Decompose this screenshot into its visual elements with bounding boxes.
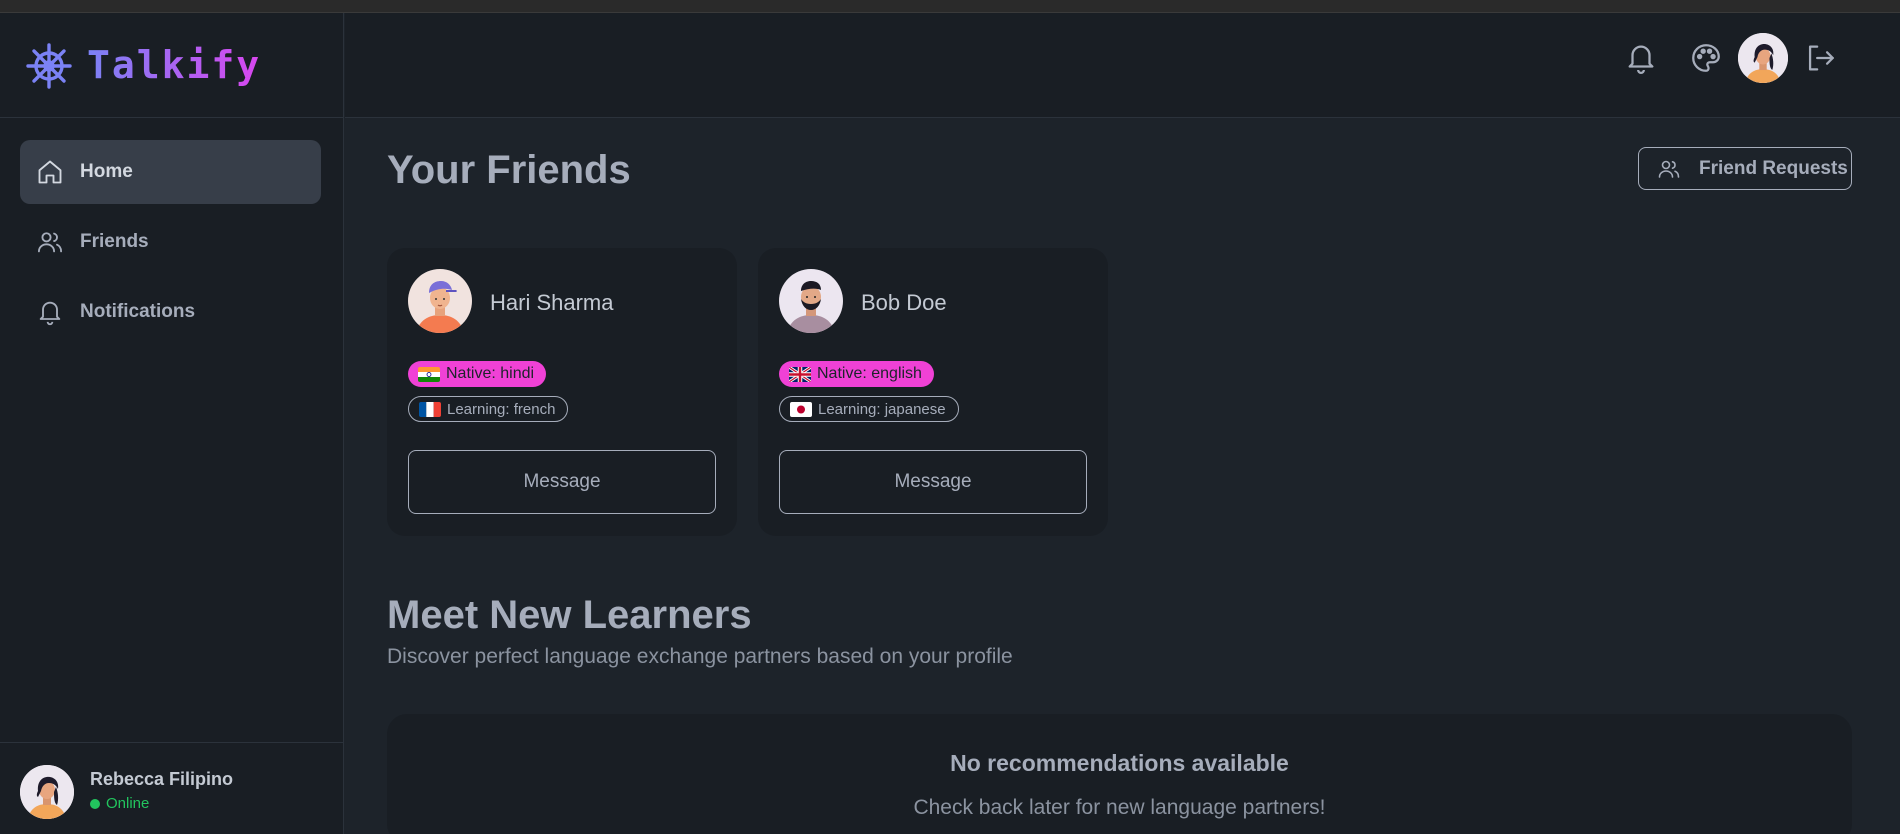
france-flag-icon (419, 401, 441, 417)
learning-language-badge: Learning: french (408, 396, 569, 422)
sidebar-item-friends[interactable]: Friends (20, 210, 321, 274)
avatar (779, 269, 843, 333)
japan-flag-icon (790, 401, 812, 417)
sidebar-item-label: Notifications (80, 301, 196, 322)
ship-wheel-icon (26, 43, 72, 89)
status-label: Online (106, 795, 150, 812)
brand-name: Talkify (87, 43, 262, 87)
logout-icon[interactable] (1803, 41, 1837, 75)
sidebar-user: Rebecca Filipino Online (0, 742, 344, 834)
brand[interactable]: Talkify (0, 13, 344, 118)
native-language-badge: Native: hindi (408, 361, 547, 387)
status-badge: Online (90, 795, 149, 812)
native-language-badge: Native: english (779, 361, 934, 387)
user-name: Rebecca Filipino (90, 769, 234, 789)
friend-name: Hari Sharma (490, 290, 614, 315)
learning-language-badge: Learning: japanese (779, 396, 959, 422)
sidebar-item-notifications[interactable]: Notifications (20, 280, 321, 344)
avatar[interactable] (20, 765, 74, 819)
section-title: Meet New Learners (387, 593, 752, 637)
sidebar: Talkify Home Friends Notifications Rebec… (0, 13, 344, 834)
top-header (345, 13, 1900, 118)
empty-state-card: No recommendations available Check back … (387, 714, 1852, 834)
section-subtitle: Discover perfect language exchange partn… (387, 645, 1013, 668)
palette-icon[interactable] (1689, 41, 1723, 75)
avatar (408, 269, 472, 333)
india-flag-icon (418, 366, 440, 382)
friend-card: Bob Doe Native: english Learning: japane… (758, 248, 1108, 536)
bell-icon[interactable] (1624, 41, 1658, 75)
main-content: Your Friends Friend Requests Hari Sharma… (345, 118, 1900, 834)
message-button[interactable]: Message (408, 450, 716, 514)
sidebar-item-label: Friends (80, 231, 149, 252)
friend-requests-button[interactable]: Friend Requests (1638, 147, 1852, 190)
sidebar-item-label: Home (80, 161, 133, 182)
friend-requests-label: Friend Requests (1699, 157, 1848, 179)
sidebar-item-home[interactable]: Home (20, 140, 321, 204)
user-avatar[interactable] (1738, 33, 1788, 83)
native-language-label: Native: hindi (446, 365, 535, 382)
native-language-label: Native: english (817, 365, 922, 382)
sidebar-nav: Home Friends Notifications (20, 140, 321, 350)
users-icon (1658, 160, 1680, 178)
page-title: Your Friends (387, 148, 631, 192)
users-icon (37, 232, 63, 253)
empty-state-title: No recommendations available (950, 750, 1289, 776)
message-button[interactable]: Message (779, 450, 1087, 514)
friend-name: Bob Doe (861, 290, 947, 315)
online-dot-icon (90, 798, 100, 809)
bell-icon (39, 301, 61, 326)
learning-language-label: Learning: japanese (818, 400, 946, 418)
learning-language-label: Learning: french (447, 400, 556, 418)
friend-card: Hari Sharma Native: hindi Learning: fren… (387, 248, 737, 536)
empty-state-subtitle: Check back later for new language partne… (913, 796, 1326, 819)
uk-flag-icon (789, 366, 811, 382)
home-icon (38, 160, 62, 184)
browser-top-strip (0, 0, 1900, 13)
